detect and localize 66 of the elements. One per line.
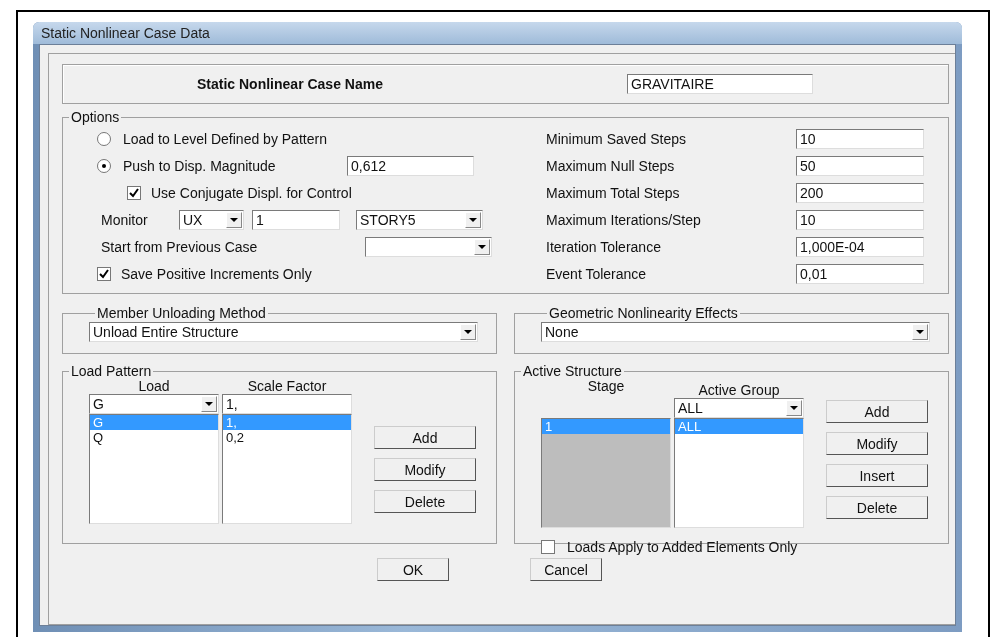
action-button[interactable]: Insert — [826, 464, 928, 487]
caret-icon — [465, 211, 481, 228]
load-dropdown[interactable]: G — [89, 394, 219, 414]
action-button[interactable]: Modify — [374, 458, 476, 481]
start-case-label: Start from Previous Case — [100, 238, 259, 255]
caret-icon — [201, 396, 217, 412]
story-dropdown[interactable]: STORY5 — [356, 209, 483, 230]
setting-label: Maximum Iterations/Step — [546, 211, 702, 228]
action-button[interactable]: Add — [826, 400, 928, 423]
scale-field[interactable]: 1, — [222, 394, 352, 414]
checkbox-label: Save Positive Increments Only — [121, 265, 312, 282]
dof-dropdown[interactable]: UX — [179, 209, 244, 230]
case-name-label: Static Nonlinear Case Name — [197, 76, 384, 92]
action-button[interactable]: Delete — [826, 496, 928, 519]
group-title: Active Structure — [522, 364, 623, 378]
column-header: Scale Factor — [246, 378, 328, 394]
radio-button[interactable] — [97, 158, 111, 173]
setting-field[interactable]: 50 — [796, 155, 924, 176]
monitor-label: Monitor — [100, 211, 149, 228]
setting-label: Minimum Saved Steps — [546, 130, 688, 147]
action-button[interactable]: Delete — [374, 490, 476, 513]
point-field[interactable]: 1 — [252, 209, 340, 230]
setting-label: Maximum Null Steps — [546, 157, 676, 174]
setting-field[interactable]: 10 — [796, 128, 924, 149]
column-header: Active Group — [697, 382, 781, 398]
case-name-field[interactable]: GRAVITAIRE — [627, 74, 813, 94]
setting-field[interactable]: 1,000E-04 — [796, 236, 924, 257]
setting-field[interactable]: 0,01 — [796, 263, 924, 284]
radio-label: Push to Disp. Magnitude — [123, 157, 277, 174]
scale-list[interactable]: 1, 0,2 — [222, 414, 352, 524]
setting-field[interactable]: 10 — [796, 209, 924, 230]
cancel-button[interactable]: Cancel — [530, 558, 602, 581]
group-title: Load Pattern — [70, 364, 153, 378]
group-dropdown[interactable]: ALL — [674, 398, 804, 418]
setting-label: Event Tolerance — [546, 265, 648, 282]
geometric-dropdown[interactable]: None — [541, 322, 930, 342]
checkbox[interactable] — [541, 539, 555, 554]
column-header: Stage — [586, 378, 626, 394]
radio-button[interactable] — [97, 131, 111, 146]
checkbox-label: Use Conjugate Displ. for Control — [151, 184, 352, 201]
group-title: Geometric Nonlinearity Effects — [548, 306, 739, 320]
action-button[interactable]: Modify — [826, 432, 928, 455]
case-dropdown[interactable] — [365, 236, 492, 257]
setting-field[interactable]: 200 — [796, 182, 924, 203]
checkbox[interactable] — [97, 266, 111, 281]
column-header: Load — [137, 378, 171, 394]
window-title: Static Nonlinear Case Data — [41, 25, 210, 41]
caret-icon — [226, 211, 242, 228]
group-title: Options — [70, 110, 121, 124]
caret-icon — [786, 400, 802, 416]
ok-button[interactable]: OK — [377, 558, 449, 581]
unloading-dropdown[interactable]: Unload Entire Structure — [89, 322, 478, 342]
radio-label: Load to Level Defined by Pattern — [123, 130, 328, 147]
setting-label: Iteration Tolerance — [546, 238, 662, 255]
list-item[interactable]: Q — [90, 430, 218, 445]
checkbox[interactable] — [127, 185, 141, 200]
group-title: Member Unloading Method — [96, 306, 267, 320]
load-list[interactable]: G Q — [89, 414, 219, 524]
caret-icon — [912, 324, 928, 340]
checkbox-label: Loads Apply to Added Elements Only — [567, 538, 798, 555]
caret-icon — [460, 324, 476, 340]
caret-icon — [474, 238, 490, 255]
magnitude-field[interactable]: 0,612 — [347, 155, 474, 176]
action-button[interactable]: Add — [374, 426, 476, 449]
setting-label: Maximum Total Steps — [546, 184, 681, 201]
list-item[interactable]: 0,2 — [223, 430, 351, 445]
